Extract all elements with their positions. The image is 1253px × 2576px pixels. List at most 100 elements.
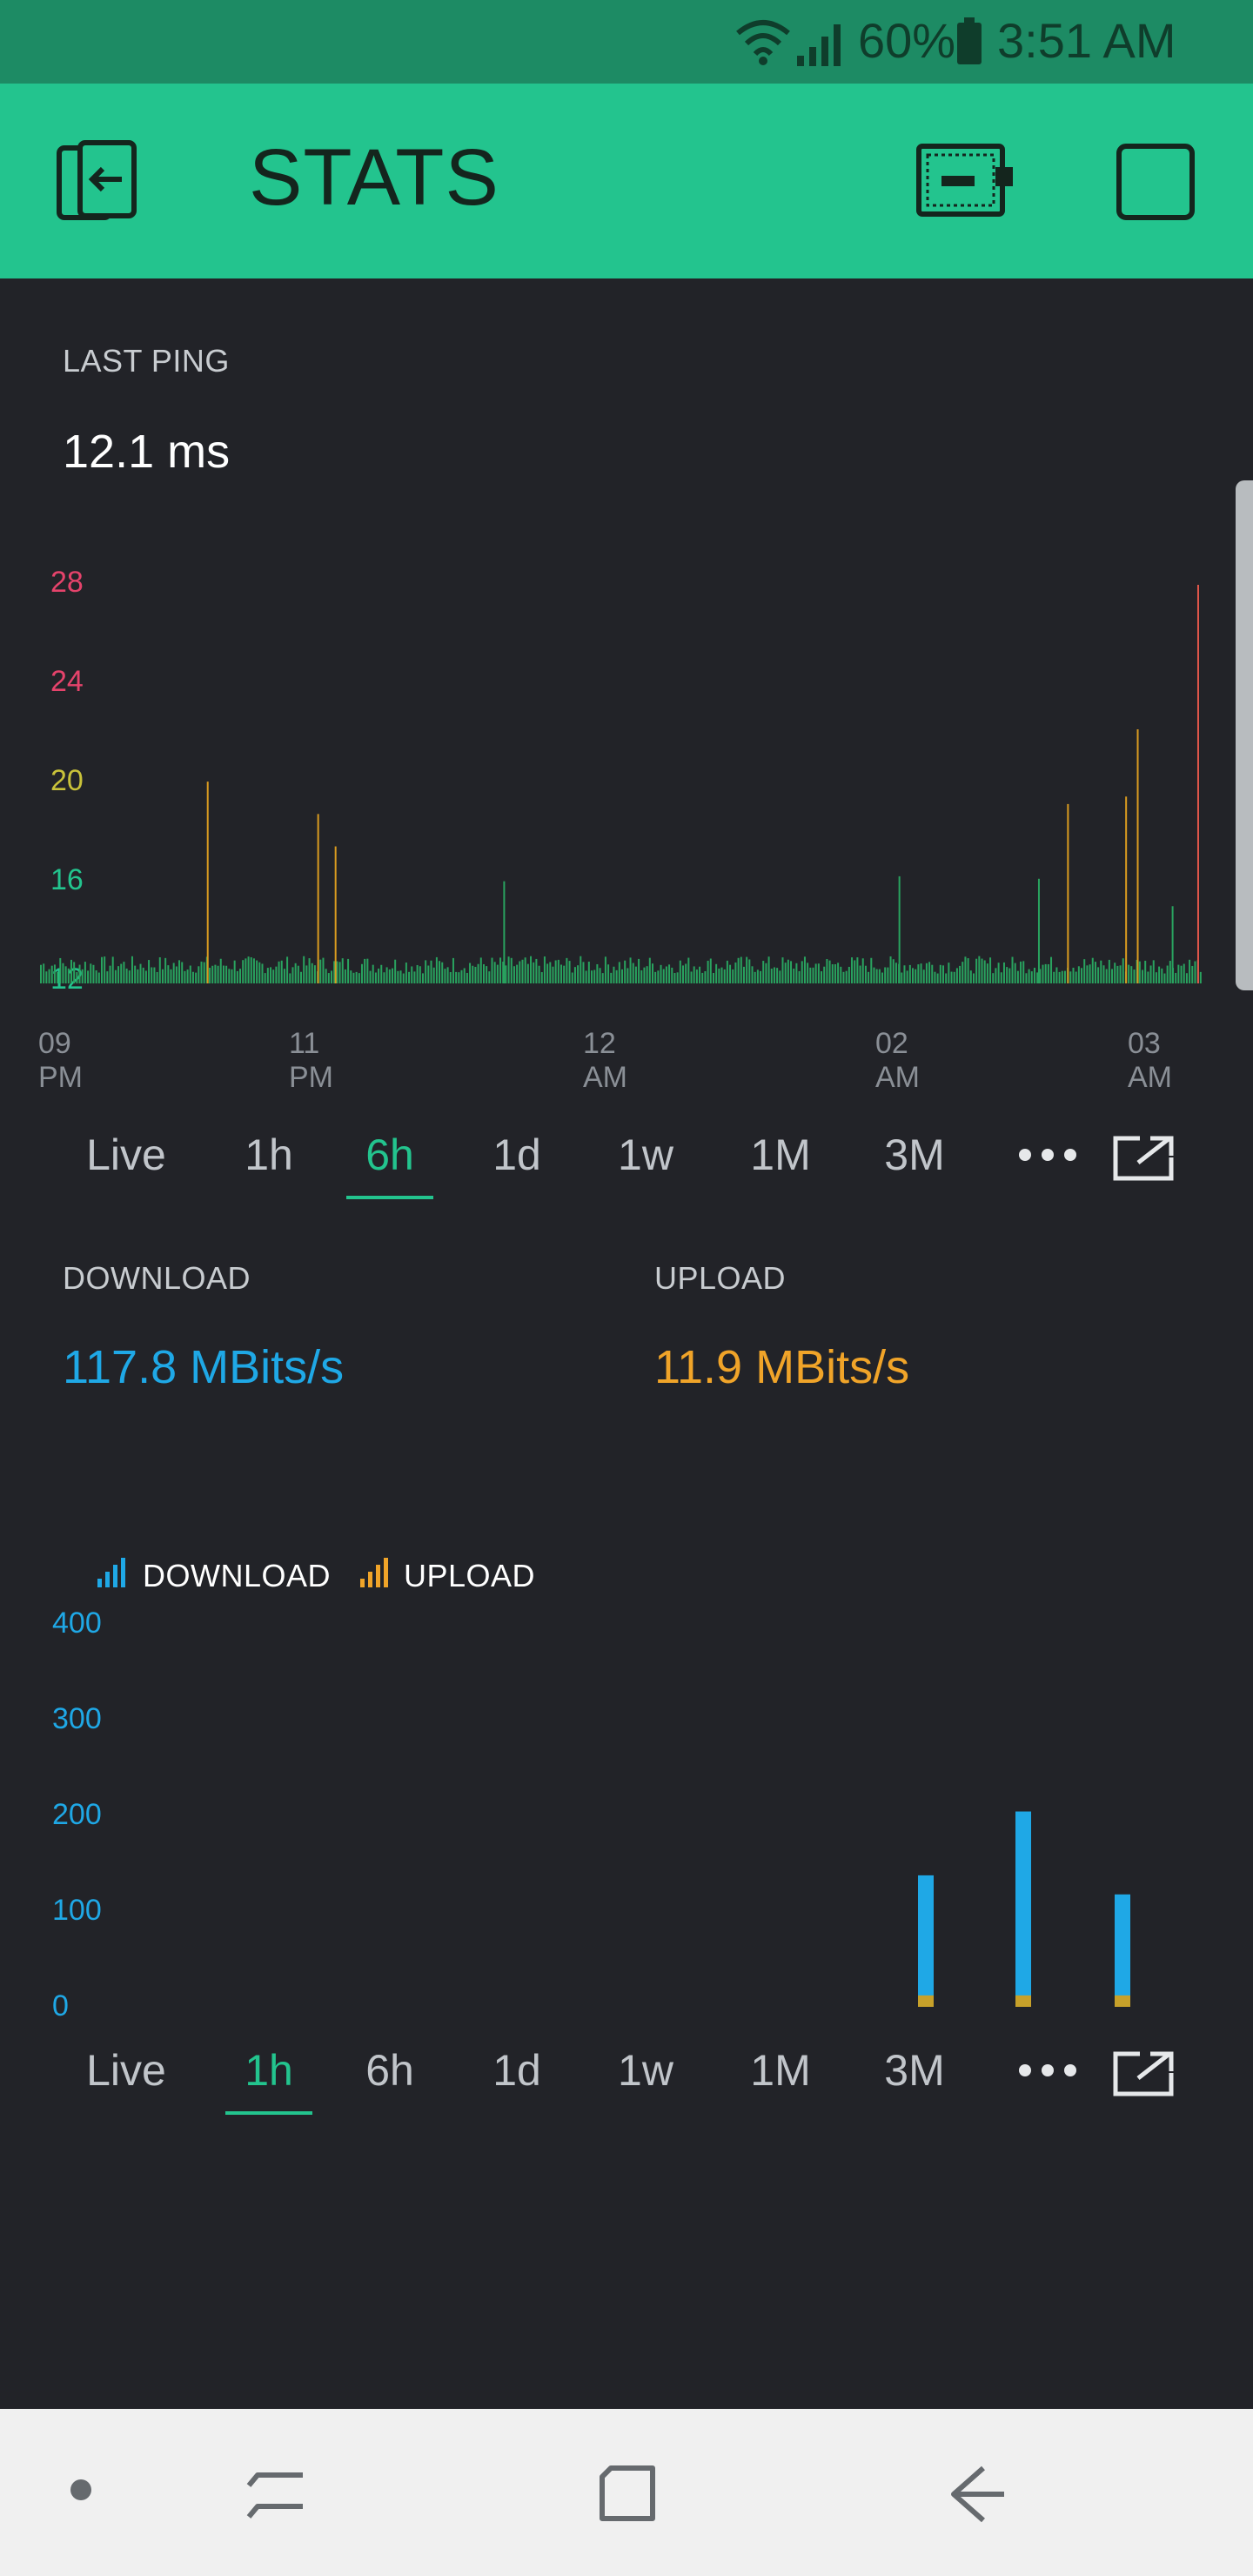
square-icon[interactable] [1116,143,1196,221]
tab-1h[interactable]: 1h [221,2023,317,2118]
ping-bar [726,960,728,983]
ping-bar [499,957,502,983]
device-icon[interactable] [915,143,1016,218]
ping-bar [59,957,62,983]
ping-bar [787,959,789,983]
expand-icon[interactable] [1112,2049,1176,2097]
tab-3m[interactable]: 3M [867,2023,962,2118]
ping-bar [1105,969,1108,983]
ping-bar [352,972,355,983]
tab-1h[interactable]: 1h [221,1107,317,1203]
ping-bar [1055,967,1058,983]
tab-6h[interactable]: 6h [346,2023,433,2118]
tab-6h[interactable]: 6h [346,1107,433,1203]
ping-bar [934,971,936,983]
ping-bar [908,964,911,983]
ping-bar [366,958,369,983]
ping-bar [807,963,809,983]
ping-bar [369,970,372,983]
tab-1w[interactable]: 1w [600,2023,691,2118]
ping-bar [648,957,651,983]
tab-1d[interactable]: 1d [472,2023,562,2118]
ping-bar [482,963,485,983]
ping-bar [734,962,737,983]
more-icon[interactable] [1016,1142,1079,1168]
ping-bar [765,963,767,983]
ping-bar [40,964,42,983]
back-icon[interactable] [948,2463,1009,2524]
ping-bar [936,973,939,983]
ping-bar [341,958,344,983]
ping-bar [748,959,751,983]
ping-bar [925,963,928,983]
ping-bar [1183,963,1185,983]
ping-bar [834,963,836,983]
signal-icon [797,24,841,66]
ping-bar [1042,964,1044,983]
ping-bar [922,969,925,983]
more-icon[interactable] [1016,2057,1079,2083]
tab-1d[interactable]: 1d [472,1107,562,1203]
ping-bar [699,966,701,983]
ping-bar [236,970,238,983]
ping-bar [563,965,566,983]
ping-bar [851,957,854,983]
ping-bar [533,962,535,983]
ping-bar [219,958,222,983]
ping-bar [995,968,997,983]
ping-bar [587,961,590,983]
ping-bar [123,962,125,983]
ping-bar [1025,973,1028,983]
ping-spike [503,881,506,983]
ping-bar [444,969,446,983]
ping-bar [959,965,962,983]
ping-bar [884,967,887,983]
ping-bar [762,961,765,983]
scrollbar-handle[interactable] [1236,480,1253,990]
tab-3m[interactable]: 3M [867,1107,962,1203]
ping-bar [311,963,313,983]
ping-bar [319,959,322,983]
ping-bar [394,959,397,983]
ping-bar [704,971,707,983]
ping-bar [313,965,316,983]
ping-bar [137,969,139,983]
expand-icon[interactable] [1112,1133,1176,1182]
exit-icon[interactable] [54,139,139,223]
legend-upload: UPLOAD [404,1558,536,1593]
tab-1m[interactable]: 1M [733,2023,828,2118]
ping-bar [848,966,850,983]
ping-bar [1149,965,1152,983]
ping-bar [779,970,781,983]
ping-bar [479,957,482,983]
ping-bar [640,969,643,983]
ping-bar [186,969,189,983]
ping-bar [549,962,552,983]
ping-bar [425,960,427,983]
ping-bar [399,970,402,983]
ping-bar [906,970,908,983]
ping-bar [887,967,889,983]
ping-bar [737,957,740,983]
tab-live[interactable]: Live [70,1107,183,1203]
ping-bar [57,971,59,983]
ping-bar [1114,963,1116,983]
tab-1w[interactable]: 1w [600,1107,691,1203]
dot-icon[interactable] [68,2477,94,2503]
ping-bar [723,969,726,983]
ping-bar [591,970,593,983]
ping-bar [1020,961,1022,983]
home-icon[interactable] [597,2463,658,2526]
last-ping-value: 12.1 ms [63,426,231,478]
ping-bar [134,965,137,983]
recents-icon[interactable] [245,2463,306,2522]
tab-1m[interactable]: 1M [733,1107,828,1203]
ping-bar [139,963,142,983]
ping-bar [742,966,745,983]
ping-bar [754,971,756,983]
ping-bar [793,969,795,983]
tab-live[interactable]: Live [70,2023,183,2118]
ping-bar [1022,961,1025,983]
ping-bar [814,963,817,983]
ping-bar [538,965,540,983]
